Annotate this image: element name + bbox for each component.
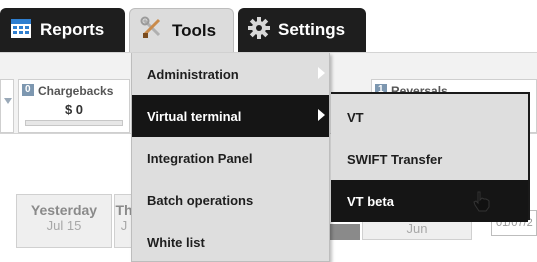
gear-icon bbox=[248, 16, 270, 44]
submenu-item-vt[interactable]: VT bbox=[331, 96, 528, 138]
date-value: Jul 15 bbox=[46, 218, 82, 233]
tab-label: Tools bbox=[172, 20, 217, 40]
tools-icon bbox=[140, 16, 164, 45]
count-badge: 0 bbox=[22, 84, 34, 96]
hand-cursor-icon bbox=[470, 190, 494, 212]
menu-item-white-list[interactable]: White list bbox=[132, 221, 329, 262]
stat-value: $ 0 bbox=[64, 102, 84, 117]
stat-card-partial bbox=[0, 79, 14, 133]
tab-label: Reports bbox=[40, 20, 105, 39]
main-tab-bar: Reports Tools Settings bbox=[0, 0, 537, 52]
submenu-item-label: VT bbox=[347, 109, 364, 125]
menu-item-batch-operations[interactable]: Batch operations bbox=[132, 179, 329, 221]
submenu-item-vt-beta[interactable]: VT beta bbox=[331, 180, 528, 222]
date-label: Yesterday bbox=[30, 202, 98, 218]
menu-item-label: Virtual terminal bbox=[147, 108, 242, 124]
menu-item-label: Integration Panel bbox=[147, 150, 253, 166]
submenu-item-label: SWIFT Transfer bbox=[347, 151, 443, 167]
submenu-item-label: VT beta bbox=[347, 193, 394, 209]
tab-reports[interactable]: Reports bbox=[0, 8, 125, 52]
collapse-arrow-icon[interactable] bbox=[4, 98, 12, 104]
calendar-icon bbox=[10, 17, 32, 44]
tab-settings[interactable]: Settings bbox=[238, 8, 366, 52]
progress-bar bbox=[25, 120, 123, 126]
chevron-right-icon bbox=[318, 109, 325, 121]
tab-label: Settings bbox=[278, 20, 346, 39]
menu-item-label: Batch operations bbox=[147, 192, 254, 208]
chevron-right-icon bbox=[318, 67, 325, 79]
virtual-terminal-submenu: VT SWIFT Transfer VT beta bbox=[331, 92, 530, 222]
submenu-item-swift-transfer[interactable]: SWIFT Transfer bbox=[331, 138, 528, 180]
stat-card-chargebacks[interactable]: 0 Chargebacks $ 0 bbox=[18, 79, 130, 133]
stat-title: Chargebacks bbox=[38, 84, 114, 98]
tools-dropdown-menu: Administration Virtual terminal Integrat… bbox=[131, 53, 330, 262]
menu-item-virtual-terminal[interactable]: Virtual terminal bbox=[132, 95, 329, 137]
menu-item-integration-panel[interactable]: Integration Panel bbox=[132, 137, 329, 179]
date-button-selected[interactable] bbox=[330, 224, 360, 240]
tab-tools[interactable]: Tools bbox=[129, 8, 234, 52]
menu-item-label: Administration bbox=[147, 66, 239, 82]
menu-item-administration[interactable]: Administration bbox=[132, 53, 329, 95]
menu-item-label: White list bbox=[147, 234, 205, 250]
date-button-yesterday[interactable]: Yesterday Jul 15 bbox=[16, 194, 112, 248]
